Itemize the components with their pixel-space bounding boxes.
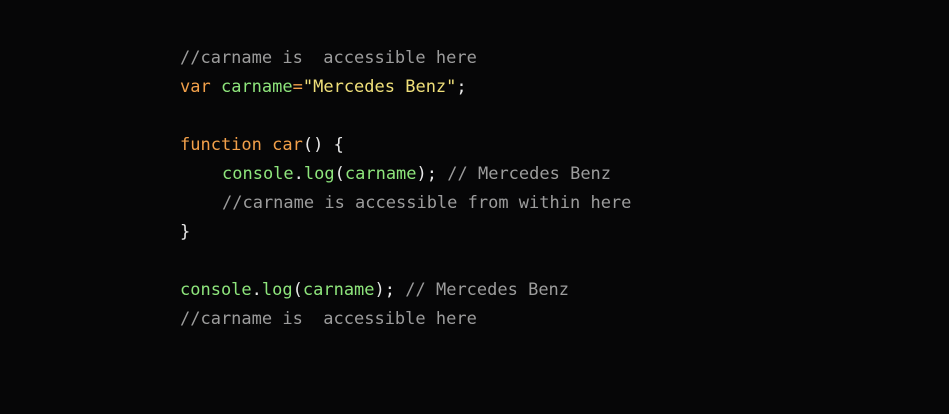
identifier-carname: carname [220,77,293,97]
string-literal: "Mercedes Benz" [302,77,457,97]
dot: . [293,164,304,184]
log-method: log [261,280,293,300]
dot: . [251,280,262,300]
close-paren-semicolon: ); [416,164,438,184]
keyword-function: function [180,135,262,155]
inline-comment: // Mercedes Benz [447,164,612,184]
code-line-5: console.log(carname); // Mercedes Benz [180,160,631,189]
assignment-operator: = [292,77,303,97]
argument-carname: carname [344,164,417,184]
console-object: console [222,164,294,184]
keyword-var: var [180,77,211,97]
code-line-4: function car() { [180,131,631,160]
console-object: console [180,280,252,300]
code-line-7: } [180,218,631,247]
function-name: car [272,135,303,155]
semicolon: ; [456,77,467,97]
code-line-6: //carname is accessible from within here [180,189,631,218]
comment: //carname is accessible from within here [222,193,632,213]
comment: //carname is accessible here [180,309,477,329]
code-line-2: var carname="Mercedes Benz"; [180,73,631,102]
code-block: //carname is accessible here var carname=… [180,44,631,334]
log-method: log [303,164,335,184]
closing-brace: } [180,222,191,242]
open-paren: ( [292,280,303,300]
code-line-10: //carname is accessible here [180,305,631,334]
open-paren: ( [334,164,345,184]
comment: //carname is accessible here [180,48,477,68]
close-paren-semicolon: ); [374,280,396,300]
function-signature-punctuation: () { [302,135,344,155]
code-panel: //carname is accessible here var carname=… [0,0,949,414]
argument-carname: carname [302,280,375,300]
code-line-8-blank [180,247,631,276]
code-line-3-blank [180,102,631,131]
code-line-9: console.log(carname); // Mercedes Benz [180,276,631,305]
code-line-1: //carname is accessible here [180,44,631,73]
inline-comment: // Mercedes Benz [405,280,570,300]
